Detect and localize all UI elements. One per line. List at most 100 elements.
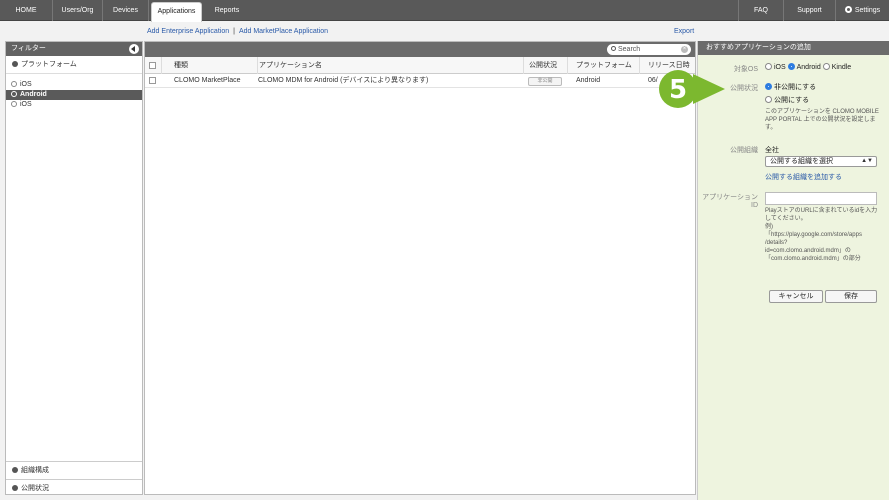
os-option-kindle[interactable]: Kindle: [822, 63, 852, 71]
save-button[interactable]: 保存: [825, 290, 877, 303]
collapse-toggle-icon: [12, 61, 18, 67]
search-icon: [611, 46, 616, 51]
support-link[interactable]: Support: [784, 0, 836, 21]
os-radio-group: iOS Android Kindle: [765, 63, 851, 71]
app-id-description: PlayストアのURLに含まれているidを入力 してください。 例) 「http…: [765, 207, 877, 263]
org-select[interactable]: 公開する組織を選択 ▲▼: [765, 156, 877, 167]
sidebar-header: フィルター: [6, 42, 142, 56]
filter-item-ios-2[interactable]: iOS: [6, 100, 142, 110]
status-desc-line: このアプリケーションを CLOMO MOBILE: [765, 109, 879, 115]
radio-selected-icon: [787, 63, 795, 70]
tab-home[interactable]: HOME: [0, 0, 53, 21]
panel-title: おすすめアプリケーションの追加: [698, 41, 889, 55]
org-section[interactable]: 組織構成: [6, 461, 142, 479]
chevron-updown-icon: ▲▼: [861, 158, 873, 164]
search-placeholder: Search: [618, 46, 641, 53]
export-link[interactable]: Export: [674, 28, 694, 40]
status-option-public[interactable]: 公開にする: [765, 95, 809, 105]
add-app-panel: おすすめアプリケーションの追加 対象OS iOS Android Kindle …: [697, 41, 889, 500]
status-option-label: 非公開にする: [774, 84, 817, 91]
tab-devices[interactable]: Devices: [103, 0, 149, 21]
col-status[interactable]: 公開状況: [523, 57, 567, 74]
cancel-button[interactable]: キャンセル: [769, 290, 823, 303]
tab-users-org[interactable]: Users/Org: [53, 0, 103, 21]
os-option-label: Android: [796, 64, 821, 71]
radio-icon: [765, 96, 772, 103]
os-option-ios[interactable]: iOS: [765, 63, 786, 71]
col-platform[interactable]: プラットフォーム: [567, 57, 639, 74]
gear-icon: [844, 6, 852, 13]
status-section-label: 公開状況: [21, 485, 49, 492]
search-input[interactable]: Search ×: [607, 44, 691, 55]
settings-label: Settings: [854, 7, 881, 14]
app-id-desc-line: してください。: [765, 216, 807, 222]
radio-selected-icon: [765, 83, 772, 90]
step-pointer: [693, 74, 725, 104]
radio-icon: [11, 81, 17, 87]
faq-link[interactable]: FAQ: [738, 0, 784, 21]
table-toolbar: Search ×: [145, 42, 695, 57]
cell-app-name: CLOMO MDM for Android (デバイスにより異なります): [258, 77, 429, 84]
add-marketplace-link[interactable]: Add MarketPlace Application: [239, 28, 328, 35]
app-id-desc-line: 「https://play.google.com/store/apps: [765, 232, 862, 238]
tab-reports[interactable]: Reports: [204, 0, 250, 21]
add-enterprise-link[interactable]: Add Enterprise Application: [147, 28, 229, 35]
status-description: このアプリケーションを CLOMO MOBILE APP PORTAL 上での公…: [765, 108, 879, 132]
applications-table: Search × 種類 アプリケーション名 公開状況 プラットフォーム リリース…: [144, 41, 696, 495]
collapse-icon[interactable]: [129, 44, 139, 54]
app-id-desc-line: 例): [765, 224, 773, 230]
step-marker: 5: [659, 70, 725, 108]
clear-icon[interactable]: ×: [681, 46, 688, 53]
status-desc-line: す。: [765, 125, 777, 131]
row-checkbox[interactable]: [149, 77, 156, 84]
sidebar-title: フィルター: [11, 45, 46, 52]
filter-item-label: iOS: [20, 101, 32, 108]
tab-applications[interactable]: Applications: [151, 2, 202, 22]
radio-icon: [11, 91, 17, 97]
status-option-private[interactable]: 非公開にする: [765, 82, 816, 92]
status-desc-line: APP PORTAL 上での公開状況を設定しま: [765, 117, 876, 123]
expand-icon: [12, 485, 18, 491]
status-badge: 非公開: [528, 77, 562, 86]
radio-icon: [11, 101, 17, 107]
app-id-label-line: ID: [751, 202, 758, 209]
radio-icon: [765, 63, 772, 70]
select-all-checkbox[interactable]: [149, 62, 156, 69]
os-option-label: Kindle: [831, 64, 852, 71]
top-nav: HOME Users/Org Devices Applications Repo…: [0, 0, 889, 22]
cell-platform: Android: [576, 77, 601, 84]
org-select-value: 公開する組織を選択: [770, 158, 833, 165]
platform-section-label: プラットフォーム: [21, 61, 77, 68]
filter-item-ios[interactable]: iOS: [6, 80, 142, 90]
radio-icon: [822, 63, 830, 70]
settings-link[interactable]: Settings: [836, 0, 889, 21]
app-id-desc-line: /details?: [765, 240, 788, 246]
org-value: 全社: [765, 147, 779, 154]
org-section-label: 組織構成: [21, 467, 49, 474]
expand-icon: [12, 467, 18, 473]
col-type[interactable]: 種類: [161, 57, 257, 74]
filter-item-label: iOS: [20, 81, 32, 88]
cell-type: CLOMO MarketPlace: [174, 77, 241, 84]
os-option-label: iOS: [774, 64, 786, 71]
os-option-android[interactable]: Android: [787, 63, 821, 71]
status-option-label: 公開にする: [774, 97, 810, 104]
step-number: 5: [669, 75, 687, 105]
add-org-link[interactable]: 公開する組織を追加する: [765, 172, 842, 182]
link-separator: |: [233, 28, 235, 35]
app-id-desc-line: 「com.clomo.android.mdm」の部分: [765, 256, 861, 262]
org-label: 公開組織: [730, 147, 758, 154]
app-id-input[interactable]: [765, 192, 877, 205]
filter-sidebar: フィルター プラットフォーム iOS Android iOS 組織構成 公開状況: [5, 41, 143, 495]
app-id-label: アプリケーション ID: [698, 192, 758, 209]
app-id-label-line: アプリケーション: [702, 194, 758, 201]
filter-item-android[interactable]: Android: [6, 90, 142, 100]
add-links: Add Enterprise Application | Add MarketPla…: [147, 28, 328, 40]
col-app-name[interactable]: アプリケーション名: [257, 57, 523, 74]
platform-section[interactable]: プラットフォーム: [6, 56, 142, 74]
app-id-desc-line: PlayストアのURLに含まれているidを入力: [765, 208, 878, 214]
status-section[interactable]: 公開状況: [6, 479, 142, 497]
table-row[interactable]: CLOMO MarketPlace CLOMO MDM for Android …: [145, 74, 695, 88]
table-header: 種類 アプリケーション名 公開状況 プラットフォーム リリース日時: [145, 57, 695, 74]
filter-item-label: Android: [20, 91, 47, 98]
